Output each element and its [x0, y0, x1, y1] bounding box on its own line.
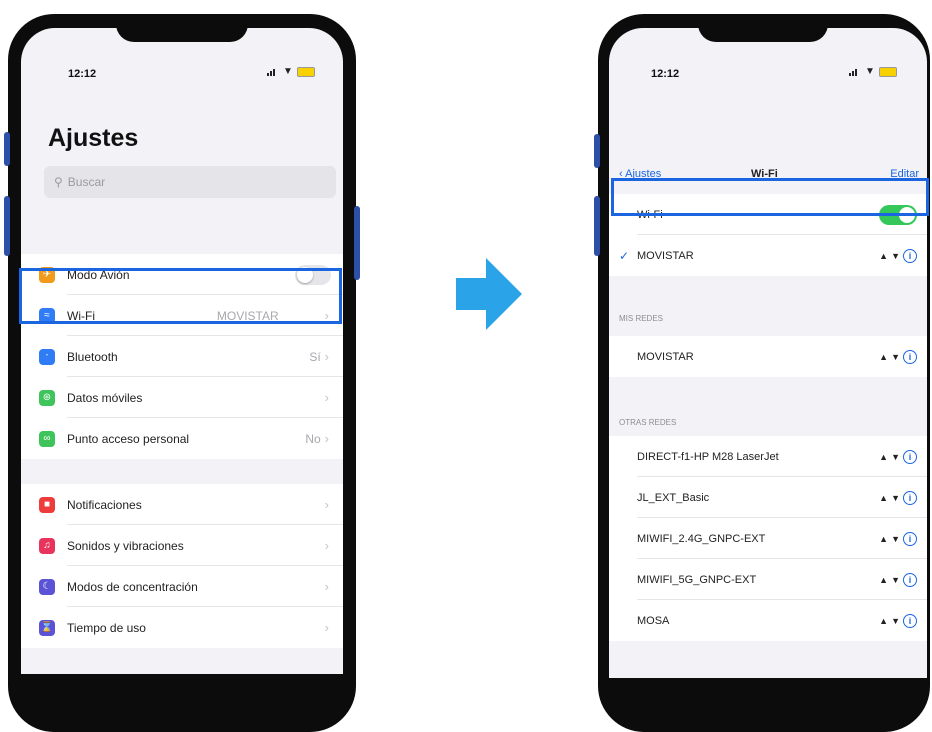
lock-icon: ▲: [879, 615, 889, 626]
network-name: DIRECT-f1-HP M28 LaserJet: [637, 450, 779, 463]
volume-button: [594, 134, 600, 168]
info-icon[interactable]: i: [903, 531, 917, 546]
wifi-row-highlight: [19, 268, 342, 324]
settings-row-screen-time[interactable]: ⌛ Tiempo de uso ›: [21, 607, 343, 648]
info-icon[interactable]: i: [903, 490, 917, 505]
status-time: 12:12: [68, 68, 97, 80]
network-row[interactable]: MIWIFI_5G_GNPC-EXT ▲ ▼ i: [609, 559, 927, 600]
power-button: [354, 206, 360, 280]
section-header-my-networks: MIS REDES: [619, 314, 664, 323]
wifi-signal-icon: ▼: [891, 574, 900, 585]
info-icon[interactable]: i: [903, 449, 917, 464]
volume-button: [594, 196, 600, 256]
info-icon[interactable]: i: [903, 572, 917, 587]
chevron-right-icon: ›: [324, 497, 329, 512]
wifi-signal-icon: ▼: [891, 533, 900, 544]
volume-button: [4, 132, 10, 166]
network-name: MOSA: [637, 614, 670, 627]
antenna-icon: ⊛: [39, 389, 55, 406]
signal-icon: [267, 68, 279, 76]
settings-row-hotspot[interactable]: ∞ Punto acceso personal No ›: [21, 418, 343, 459]
info-icon[interactable]: i: [903, 349, 917, 364]
network-name: MOVISTAR: [637, 350, 694, 363]
lock-icon: ▲: [879, 574, 889, 585]
phone-notch: [698, 14, 828, 42]
search-placeholder: Buscar: [67, 175, 106, 189]
wifi-screen: 12:12 ▼ ‹ Ajustes Wi-Fi Editar Wi-Fi ✓ M…: [609, 28, 927, 678]
phone-notch: [116, 14, 248, 42]
settings-group-notifications: ■ Notificaciones › ♫ Sonidos y vibracion…: [21, 484, 343, 648]
chevron-right-icon: ›: [324, 579, 329, 594]
section-header-other-networks: OTRAS REDES: [619, 418, 677, 427]
lock-icon: ▲: [879, 451, 889, 462]
status-time: 12:12: [651, 68, 680, 80]
row-label: Datos móviles: [67, 390, 143, 405]
network-row[interactable]: JL_EXT_Basic ▲ ▼ i: [609, 477, 927, 518]
lock-icon: ▲: [879, 533, 889, 544]
network-name: MIWIFI_5G_GNPC-EXT: [637, 573, 757, 586]
settings-row-bluetooth[interactable]: ᛫ Bluetooth Sí ›: [21, 336, 343, 377]
row-label: Modos de concentración: [67, 579, 198, 594]
network-name: JL_EXT_Basic: [637, 491, 710, 504]
settings-row-notifications[interactable]: ■ Notificaciones ›: [21, 484, 343, 525]
network-name: MOVISTAR: [637, 249, 694, 262]
sound-icon: ♫: [39, 537, 55, 554]
settings-row-mobile-data[interactable]: ⊛ Datos móviles ›: [21, 377, 343, 418]
chevron-right-icon: ›: [324, 620, 329, 635]
settings-screen: 12:12 ▼ Ajustes ⚲ Buscar ✈ Modo Avión ≈ …: [21, 28, 343, 674]
row-label: Punto acceso personal: [67, 431, 190, 446]
my-networks-group: MOVISTAR ▲ ▼ i: [609, 336, 927, 377]
phone-wifi: 12:12 ▼ ‹ Ajustes Wi-Fi Editar Wi-Fi ✓ M…: [594, 14, 930, 732]
row-label: Bluetooth: [67, 349, 118, 364]
bluetooth-icon: ᛫: [39, 348, 55, 365]
chevron-right-icon: ›: [324, 538, 329, 553]
info-icon[interactable]: i: [903, 613, 917, 628]
network-name: MIWIFI_2.4G_GNPC-EXT: [637, 532, 766, 545]
lock-icon: ▲: [879, 351, 889, 362]
network-row[interactable]: MIWIFI_2.4G_GNPC-EXT ▲ ▼ i: [609, 518, 927, 559]
notifications-icon: ■: [39, 496, 55, 513]
arrow-right-icon: [456, 258, 522, 330]
checkmark-icon: ✓: [619, 248, 630, 263]
lock-icon: ▲: [879, 492, 889, 503]
wifi-signal-icon: ▼: [891, 492, 900, 503]
hourglass-icon: ⌛: [39, 619, 55, 636]
row-label: Sonidos y vibraciones: [67, 538, 184, 553]
lock-icon: ▲: [879, 250, 889, 261]
row-value: No: [305, 431, 321, 446]
phone-settings: 12:12 ▼ Ajustes ⚲ Buscar ✈ Modo Avión ≈ …: [4, 14, 360, 732]
page-title: Ajustes: [48, 124, 139, 152]
row-value: Sí: [309, 349, 321, 364]
wifi-signal-icon: ▼: [891, 615, 900, 626]
hotspot-icon: ∞: [39, 430, 55, 447]
wifi-status-icon: ▼: [865, 66, 875, 77]
wifi-toggle-highlight: [611, 178, 929, 216]
wifi-signal-icon: ▼: [891, 250, 900, 261]
other-networks-group: DIRECT-f1-HP M28 LaserJet ▲ ▼ i JL_EXT_Bas…: [609, 436, 927, 641]
info-icon[interactable]: i: [903, 248, 917, 263]
chevron-right-icon: ›: [324, 390, 329, 405]
volume-button: [4, 196, 10, 256]
network-row[interactable]: DIRECT-f1-HP M28 LaserJet ▲ ▼ i: [609, 436, 927, 477]
chevron-right-icon: ›: [324, 349, 329, 364]
network-row[interactable]: MOVISTAR ▲ ▼ i: [609, 336, 927, 377]
row-label: Notificaciones: [67, 497, 142, 512]
wifi-status-icon: ▼: [283, 66, 293, 77]
wifi-signal-icon: ▼: [891, 451, 900, 462]
battery-icon: [878, 66, 897, 77]
row-label: Tiempo de uso: [67, 620, 146, 635]
moon-icon: ☾: [39, 578, 55, 595]
chevron-right-icon: ›: [324, 431, 329, 446]
settings-row-sounds[interactable]: ♫ Sonidos y vibraciones ›: [21, 525, 343, 566]
search-input[interactable]: ⚲ Buscar: [44, 166, 336, 198]
settings-row-focus[interactable]: ☾ Modos de concentración ›: [21, 566, 343, 607]
signal-icon: [849, 68, 861, 76]
search-icon: ⚲: [54, 175, 63, 189]
status-icons: ▼: [267, 66, 315, 77]
status-icons: ▼: [849, 66, 897, 77]
connected-network-row[interactable]: ✓ MOVISTAR ▲ ▼ i: [609, 235, 927, 276]
network-row[interactable]: MOSA ▲ ▼ i: [609, 600, 927, 641]
battery-icon: [296, 66, 315, 77]
wifi-signal-icon: ▼: [891, 351, 900, 362]
